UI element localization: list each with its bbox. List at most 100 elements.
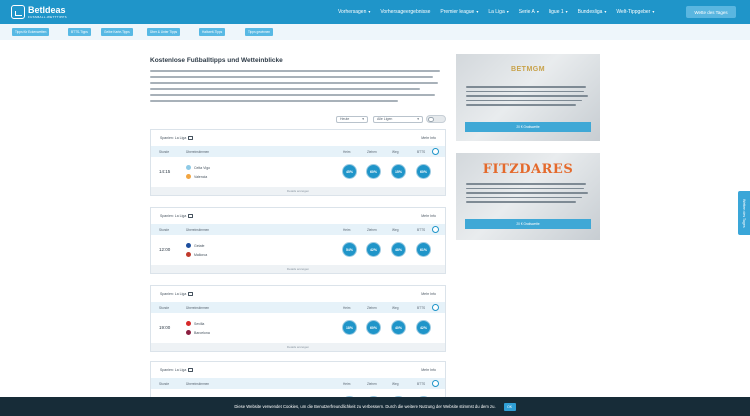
brand-logo[interactable]: BetIdeas FUSSBALL-WETTTIPPS bbox=[11, 5, 67, 19]
brand-name: BetIdeas bbox=[28, 4, 66, 15]
away-team-name: Barcelona bbox=[194, 330, 210, 335]
home-team: Getafe bbox=[186, 243, 205, 248]
more-info-link[interactable]: Mehr Info bbox=[421, 292, 436, 296]
nav-item[interactable]: ligue 1 ▾ bbox=[549, 9, 568, 15]
main-menu: Vorhersagen ▾ Vorhersageergebnisse Premier … bbox=[338, 0, 664, 24]
more-info-link[interactable]: Mehr Info bbox=[421, 368, 436, 372]
away-crest-icon bbox=[186, 252, 191, 257]
probability-gauge: 61% bbox=[416, 242, 431, 257]
more-info-link[interactable]: Mehr Info bbox=[421, 214, 436, 218]
nav-item[interactable]: Premier league ▾ bbox=[440, 9, 478, 15]
column-header: Stunde bbox=[159, 382, 170, 386]
column-header: Stunde bbox=[159, 150, 170, 154]
away-team: Mallorca bbox=[186, 252, 207, 257]
show-details-button[interactable]: Details anzeigen bbox=[151, 265, 445, 273]
tv-icon bbox=[188, 136, 194, 141]
subnav-chip[interactable]: BTTS-Tipps bbox=[68, 28, 91, 36]
away-crest-icon bbox=[186, 174, 191, 179]
away-team: Valencia bbox=[186, 174, 207, 179]
nav-item[interactable]: La Liga ▾ bbox=[488, 9, 508, 15]
ad-cta-button[interactable]: 20 € Gratiswette bbox=[465, 219, 591, 229]
column-header: Stunde bbox=[159, 228, 170, 232]
match-row[interactable]: 14:15 Celta Vigo Valencia 45% 60% 15% 60% bbox=[151, 157, 445, 187]
nav-item[interactable]: Welt-Tippgeber ▾ bbox=[616, 9, 654, 15]
subnav-chip[interactable]: Halbzeit-Tipps bbox=[199, 28, 226, 36]
select-all-radio[interactable] bbox=[432, 380, 439, 387]
card-header: Spanien: La Liga Mehr Info bbox=[151, 286, 445, 302]
nav-item-label: Vorhersagen bbox=[338, 9, 367, 15]
league-label: Spanien: La Liga bbox=[160, 291, 187, 296]
nav-item-label: ligue 1 bbox=[548, 9, 564, 15]
tips-subnav: Tipps für Eckenwetten BTTS-Tipps Gelbe Kar… bbox=[0, 24, 750, 40]
cookie-banner: Diese Website verwendet Cookies, um die … bbox=[0, 397, 750, 416]
match-row[interactable]: 12:00 Getafe Mallorca 54% 42% 48% 61% bbox=[151, 235, 445, 265]
card-header: Spanien: La Liga Mehr Info bbox=[151, 130, 445, 146]
nav-item[interactable]: Serie A ▾ bbox=[519, 9, 539, 15]
subnav-chip[interactable]: Tipps gewinnen bbox=[245, 28, 274, 36]
nav-item[interactable]: Vorhersagen ▾ bbox=[338, 9, 370, 15]
page-title: Kostenlose Fußballtipps und Wetteinblick… bbox=[150, 57, 283, 64]
column-header: Weg bbox=[392, 382, 399, 386]
subnav-chip[interactable]: Tipps für Eckenwetten bbox=[12, 28, 50, 36]
select-all-radio[interactable] bbox=[432, 148, 439, 155]
chevron-down-icon: ▾ bbox=[362, 117, 364, 121]
column-header: Übereinstimmen bbox=[186, 228, 210, 232]
chevron-down-icon: ▾ bbox=[506, 9, 509, 14]
league-label: Spanien: La Liga bbox=[160, 135, 187, 140]
chevron-down-icon: ▾ bbox=[536, 9, 539, 14]
chevron-down-icon: ▾ bbox=[604, 9, 607, 14]
select-all-radio[interactable] bbox=[432, 226, 439, 233]
cookie-text: Diese Website verwendet Cookies, um die … bbox=[234, 404, 496, 409]
side-bet-tab[interactable]: Wetten des Tages bbox=[738, 191, 750, 235]
match-card: Spanien: La Liga Mehr Info Stunde Übereinst… bbox=[150, 129, 446, 196]
column-header: Ziehen bbox=[367, 306, 377, 310]
sportsbook-ad[interactable]: FITZDARES 20 € Gratiswette bbox=[456, 153, 600, 240]
date-filter[interactable]: Heute ▾ bbox=[336, 115, 368, 123]
show-details-button[interactable]: Details anzeigen bbox=[151, 187, 445, 195]
column-header: Ziehen bbox=[367, 382, 377, 386]
nav-item[interactable]: Vorhersageergebnisse bbox=[380, 9, 430, 15]
column-header: Weg bbox=[392, 150, 399, 154]
home-team-name: Celta Vigo bbox=[194, 165, 211, 170]
probability-gauge: 15% bbox=[391, 164, 406, 179]
chevron-down-icon: ▾ bbox=[368, 9, 371, 14]
ad-copy bbox=[466, 86, 590, 109]
column-header: Stunde bbox=[159, 306, 170, 310]
nav-item[interactable]: Bundesliga ▾ bbox=[578, 9, 607, 15]
probability-gauge: 54% bbox=[342, 242, 357, 257]
match-time: 19:00 bbox=[159, 325, 171, 330]
match-row[interactable]: 19:00 Sevilla Barcelona 18% 60% 40% 42% bbox=[151, 313, 445, 343]
subnav-chip[interactable]: Gelbe Karte-Tipps bbox=[101, 28, 133, 36]
toggle-knob bbox=[428, 117, 434, 122]
more-info-link[interactable]: Mehr Info bbox=[421, 136, 436, 140]
chevron-down-icon: ▾ bbox=[417, 117, 419, 121]
probability-gauge: 42% bbox=[416, 320, 431, 335]
select-all-radio[interactable] bbox=[432, 304, 439, 311]
sportsbook-ad[interactable]: BETMGM 20 € Gratiswette bbox=[456, 54, 600, 141]
probability-gauge: 40% bbox=[391, 320, 406, 335]
column-header: Heim bbox=[343, 382, 351, 386]
subnav-chip[interactable]: Über & Unter Tipps bbox=[147, 28, 181, 36]
view-toggle[interactable] bbox=[426, 115, 446, 123]
tv-icon bbox=[188, 292, 194, 297]
ad-brand-logo: FITZDARES bbox=[482, 162, 574, 177]
league-label: Spanien: La Liga bbox=[160, 213, 187, 218]
home-team-name: Getafe bbox=[194, 243, 205, 248]
column-header: Übereinstimmen bbox=[186, 382, 210, 386]
ad-brand-logo: BETMGM bbox=[510, 66, 546, 73]
intro-paragraph bbox=[150, 70, 445, 106]
show-details-button[interactable]: Details anzeigen bbox=[151, 343, 445, 351]
column-header: BTTS bbox=[417, 150, 426, 154]
cookie-ok-button[interactable]: OK bbox=[503, 402, 516, 411]
probability-gauge: 45% bbox=[342, 164, 357, 179]
league-label: Spanien: La Liga bbox=[160, 367, 187, 372]
brand-tagline: FUSSBALL-WETTTIPPS bbox=[28, 14, 67, 19]
league-filter[interactable]: Alle Ligen ▾ bbox=[373, 115, 423, 123]
league-select-value: Alle Ligen bbox=[377, 117, 393, 121]
home-team: Celta Vigo bbox=[186, 165, 210, 170]
column-header: Ziehen bbox=[367, 228, 377, 232]
ad-cta-button[interactable]: 20 € Gratiswette bbox=[465, 122, 591, 132]
home-crest-icon bbox=[186, 243, 191, 248]
bet-of-the-day-button[interactable]: Wette des Tages bbox=[686, 6, 736, 18]
match-card: Spanien: La Liga Mehr Info Stunde Übereinst… bbox=[150, 285, 446, 352]
